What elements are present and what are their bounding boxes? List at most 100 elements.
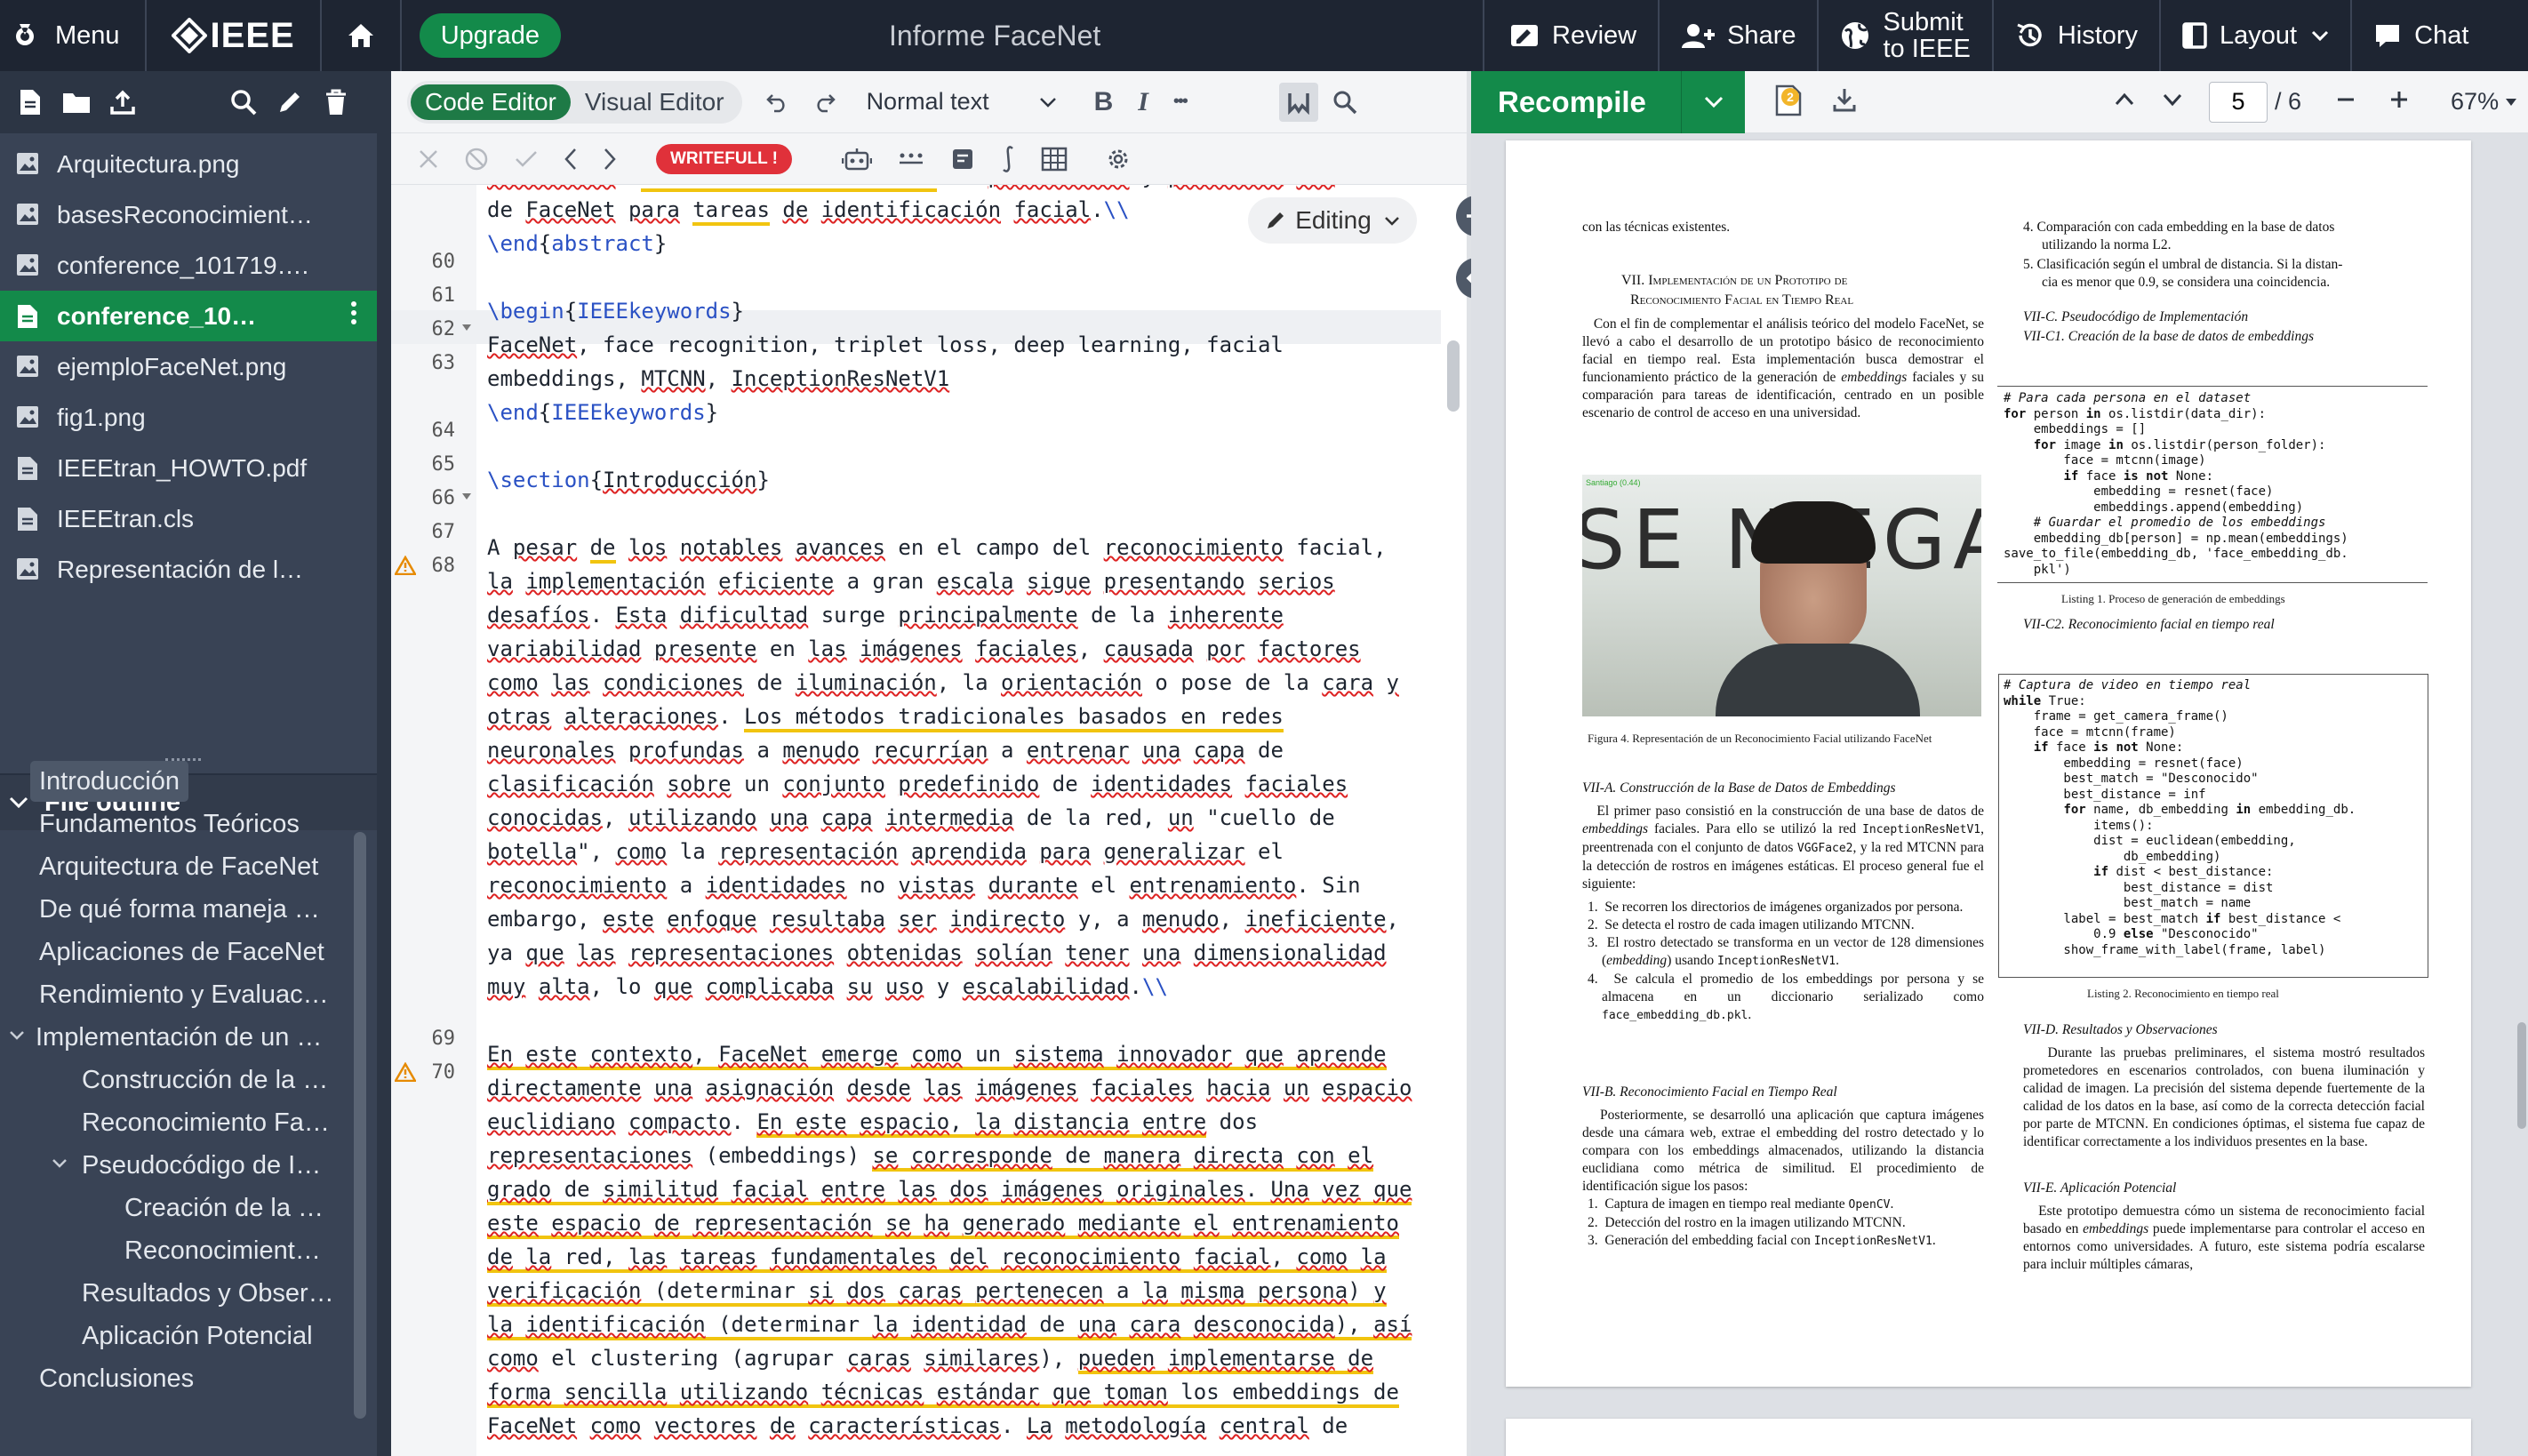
more-button[interactable]: ••• xyxy=(1173,92,1188,112)
outline-item[interactable]: Introducción xyxy=(30,761,188,802)
outline-item[interactable]: Fundamentos Teóricos xyxy=(39,804,300,844)
text-style-dropdown[interactable]: Normal text xyxy=(867,88,1057,116)
file-options-icon[interactable] xyxy=(350,300,357,332)
reject-button[interactable] xyxy=(418,148,439,170)
next-suggestion-button[interactable] xyxy=(603,148,617,171)
code-line[interactable]: \section{Introducción} xyxy=(487,463,770,497)
code-line[interactable]: reconocimiento a identidades no vistas d… xyxy=(487,868,1361,902)
code-line[interactable]: muy alta, lo que complicaba su uso y esc… xyxy=(487,970,1168,1004)
code-line[interactable]: \end{IEEEkeywords} xyxy=(487,396,718,429)
code-line[interactable]: este espacio de representación se ha gen… xyxy=(487,1206,1399,1240)
paraphrase-button[interactable] xyxy=(897,148,925,170)
submit-ieee-button[interactable]: Submit to IEEE xyxy=(1819,0,1991,71)
code-line[interactable]: representaciones (embeddings) se corresp… xyxy=(487,1139,1374,1172)
writefull-settings-button[interactable] xyxy=(1105,146,1132,172)
menu-button[interactable]: Menu xyxy=(0,0,145,71)
sidebar-resize-handle[interactable] xyxy=(377,71,391,1456)
writefull-badge[interactable]: WRITEFULL ! xyxy=(656,143,793,174)
search-files-button[interactable] xyxy=(226,84,261,120)
outline-item[interactable]: Creación de la … xyxy=(124,1188,324,1228)
bold-button[interactable]: B xyxy=(1094,87,1114,117)
warning-icon[interactable] xyxy=(393,1061,418,1086)
chat-button[interactable]: Chat xyxy=(2352,0,2490,71)
code-line[interactable]: grado de similitud facial entre las dos … xyxy=(487,1172,1412,1206)
file-item[interactable]: fig1.png xyxy=(0,392,377,443)
previous-suggestion-button[interactable] xyxy=(564,148,578,171)
file-item[interactable]: Arquitectura.png xyxy=(0,139,377,189)
outline-item[interactable]: Conclusiones xyxy=(39,1358,194,1399)
new-folder-button[interactable] xyxy=(59,84,94,120)
upgrade-button[interactable]: Upgrade xyxy=(419,13,561,58)
next-page-button[interactable] xyxy=(2163,92,2182,111)
file-item[interactable]: IEEEtran.cls xyxy=(0,493,377,544)
share-button[interactable]: Share xyxy=(1660,0,1817,71)
warning-icon[interactable] xyxy=(393,555,418,580)
page-number-input[interactable]: 5 xyxy=(2209,81,2268,123)
code-line[interactable]: conocidas, utilizando una capa intermedi… xyxy=(487,801,1335,835)
file-item[interactable]: Representación de l… xyxy=(0,544,377,595)
previous-page-button[interactable] xyxy=(2115,92,2134,111)
code-line[interactable]: embargo, este enfoque resultaba ser indi… xyxy=(487,902,1399,936)
logs-button[interactable]: 2 xyxy=(1775,84,1807,120)
outline-item[interactable]: Implementación de un … xyxy=(36,1017,322,1058)
code-line[interactable]: como las condiciones de iluminación, la … xyxy=(487,666,1399,700)
redo-button[interactable] xyxy=(813,92,836,113)
outline-item[interactable]: Arquitectura de FaceNet xyxy=(39,846,318,887)
editor-scrollbar-thumb[interactable] xyxy=(1447,340,1460,412)
accept-button[interactable] xyxy=(514,148,539,170)
delete-button[interactable] xyxy=(318,84,354,120)
code-line[interactable]: clasificación sobre un conjunto predefin… xyxy=(487,767,1348,801)
code-line[interactable]: verificación (determinar si dos caras pe… xyxy=(487,1274,1387,1308)
code-line[interactable]: FaceNet como vectores de características… xyxy=(487,1409,1348,1443)
code-line[interactable]: En este contexto, FaceNet emerge como un… xyxy=(487,1037,1387,1071)
outline-item[interactable]: De qué forma maneja … xyxy=(39,889,320,930)
outline-item[interactable]: Construcción de la … xyxy=(82,1060,328,1100)
symbol-palette-button[interactable] xyxy=(1278,82,1318,122)
home-button[interactable] xyxy=(322,0,400,71)
ignore-button[interactable] xyxy=(464,147,489,172)
recompile-options-button[interactable] xyxy=(1681,71,1745,133)
code-line[interactable]: la implementación eficiente a gran escal… xyxy=(487,564,1335,598)
code-line[interactable]: \begin{IEEEkeywords} xyxy=(487,294,744,328)
chevron-down-icon[interactable] xyxy=(9,1029,25,1046)
file-item[interactable]: ejemploFaceNet.png xyxy=(0,341,377,392)
code-editor-tab[interactable]: Code Editor xyxy=(411,84,571,120)
ieee-logo[interactable]: IEEE xyxy=(147,0,320,71)
code-line[interactable]: forma sencilla utilizando técnicas están… xyxy=(487,1375,1399,1409)
code-line[interactable]: desafíos. Esta dificultad surge principa… xyxy=(487,598,1284,632)
code-line[interactable]: \end{abstract} xyxy=(487,227,667,260)
code-line[interactable]: de la red, las tareas fundamentales del … xyxy=(487,1240,1387,1274)
code-line[interactable]: FaceNet, face recognition, triplet loss,… xyxy=(487,328,1284,362)
chevron-down-icon[interactable] xyxy=(52,1157,68,1174)
code-line[interactable]: de FaceNet para tareas de identificación… xyxy=(487,193,1130,227)
table-button[interactable] xyxy=(1041,147,1068,172)
code-line[interactable]: ya que las representaciones obtenidas so… xyxy=(487,936,1387,970)
layout-dropdown[interactable]: Layout xyxy=(2161,0,2350,71)
editing-mode-dropdown[interactable]: Editing xyxy=(1248,197,1417,244)
outline-item[interactable]: Reconocimient… xyxy=(124,1230,321,1271)
project-title[interactable]: Informe FaceNet xyxy=(889,0,1100,71)
code-line[interactable]: botella", como la representación aprendi… xyxy=(487,835,1284,868)
outline-item[interactable]: Resultados y Obser… xyxy=(82,1273,334,1314)
file-item[interactable]: conference_101719…. xyxy=(0,240,377,291)
file-item[interactable]: IEEEtran_HOWTO.pdf xyxy=(0,443,377,493)
pdf-scrollbar-thumb[interactable] xyxy=(2517,1022,2526,1129)
undo-button[interactable] xyxy=(765,92,788,113)
download-pdf-button[interactable] xyxy=(1832,86,1857,117)
zoom-dropdown[interactable]: 67% xyxy=(2451,88,2518,116)
zoom-in-button[interactable] xyxy=(2388,89,2410,115)
ai-assistant-button[interactable] xyxy=(842,146,873,172)
recompile-button[interactable]: Recompile xyxy=(1471,71,1745,133)
code-line[interactable]: otras alteraciones. Los métodos tradicio… xyxy=(487,700,1284,733)
file-item[interactable]: basesReconocimient… xyxy=(0,189,377,240)
italic-button[interactable]: I xyxy=(1138,87,1148,117)
code-line[interactable]: neuronales profundas a menudo recurrían … xyxy=(487,733,1284,767)
code-line[interactable]: individuos. Los resultados muestran la p… xyxy=(487,185,1387,193)
integral-button[interactable] xyxy=(1000,145,1016,173)
upload-button[interactable] xyxy=(105,84,140,120)
code-line[interactable]: variabilidad presente en las imágenes fa… xyxy=(487,632,1361,666)
code-line[interactable]: euclidiano compacto. En este espacio, la… xyxy=(487,1105,1258,1139)
new-file-button[interactable] xyxy=(12,84,48,120)
review-button[interactable]: Review xyxy=(1484,0,1658,71)
outline-item[interactable]: Pseudocódigo de I… xyxy=(82,1145,321,1186)
